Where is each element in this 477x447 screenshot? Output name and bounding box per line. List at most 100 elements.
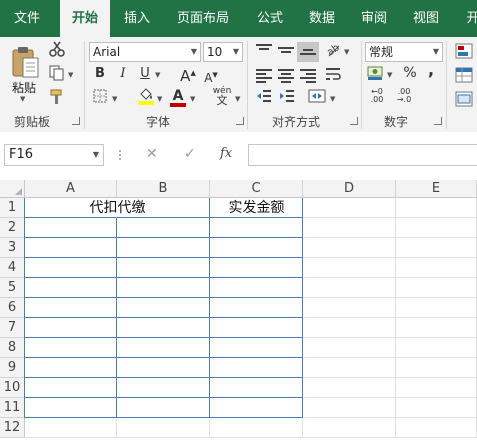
tab-more[interactable]: 开	[458, 0, 477, 37]
cell[interactable]	[210, 338, 303, 358]
row-header[interactable]: 8	[0, 338, 25, 358]
cell[interactable]	[210, 218, 303, 238]
merge-center-icon[interactable]	[308, 89, 326, 109]
cell[interactable]	[396, 418, 477, 438]
cell[interactable]	[303, 198, 396, 218]
copy-icon[interactable]	[48, 65, 66, 87]
cell[interactable]	[117, 238, 210, 258]
cell[interactable]	[210, 378, 303, 398]
font-launcher-icon[interactable]	[236, 117, 244, 125]
tab-insert[interactable]: 插入	[114, 0, 160, 37]
cell[interactable]	[396, 358, 477, 378]
cell[interactable]	[303, 278, 396, 298]
decrease-indent-icon[interactable]	[255, 89, 273, 109]
comma-style-button[interactable]: ,	[424, 61, 438, 79]
cell[interactable]	[210, 238, 303, 258]
cell[interactable]	[396, 218, 477, 238]
cancel-icon[interactable]: ✕	[146, 146, 158, 162]
row-header[interactable]: 4	[0, 258, 25, 278]
align-left-icon[interactable]	[256, 69, 272, 83]
cell[interactable]	[303, 298, 396, 318]
cell[interactable]	[396, 258, 477, 278]
cell[interactable]	[303, 258, 396, 278]
align-center-icon[interactable]	[278, 69, 294, 83]
cell[interactable]	[117, 338, 210, 358]
cell[interactable]	[396, 278, 477, 298]
cell[interactable]	[303, 358, 396, 378]
orientation-icon[interactable]: ab	[324, 41, 342, 63]
cell[interactable]	[25, 398, 117, 418]
decrease-decimal-icon[interactable]: .00 →.0	[393, 88, 415, 104]
cell[interactable]	[303, 318, 396, 338]
font-color-dropdown-icon[interactable]: ▼	[190, 95, 195, 103]
accounting-format-icon[interactable]	[367, 65, 385, 87]
cell-a1-merged[interactable]: 代扣代缴	[25, 198, 210, 218]
insert-function-button[interactable]: fx	[220, 146, 232, 161]
borders-dropdown-icon[interactable]: ▼	[112, 95, 117, 103]
accounting-dropdown-icon[interactable]: ▼	[387, 71, 392, 79]
cell[interactable]	[210, 398, 303, 418]
cell[interactable]	[303, 398, 396, 418]
align-top-icon[interactable]	[256, 44, 272, 58]
cell[interactable]	[210, 278, 303, 298]
cell[interactable]	[396, 238, 477, 258]
cell-styles-icon[interactable]	[454, 91, 474, 113]
borders-button[interactable]	[92, 89, 108, 109]
row-header[interactable]: 9	[0, 358, 25, 378]
column-header-d[interactable]: D	[303, 180, 396, 198]
font-color-button[interactable]: A	[170, 87, 186, 107]
align-bottom-button[interactable]	[297, 42, 319, 62]
cell[interactable]	[210, 298, 303, 318]
cell[interactable]	[117, 298, 210, 318]
row-header[interactable]: 3	[0, 238, 25, 258]
underline-dropdown-icon[interactable]: ▼	[155, 71, 160, 79]
tab-data[interactable]: 数据	[300, 0, 344, 37]
align-right-icon[interactable]	[300, 69, 316, 83]
conditional-format-icon[interactable]	[454, 43, 474, 65]
row-header[interactable]: 5	[0, 278, 25, 298]
cell[interactable]	[303, 238, 396, 258]
cell[interactable]	[396, 318, 477, 338]
fill-color-dropdown-icon[interactable]: ▼	[157, 95, 162, 103]
align-middle-icon[interactable]	[278, 47, 294, 61]
grow-font-button[interactable]: A▲	[180, 64, 196, 85]
enter-icon[interactable]: ✓	[184, 146, 196, 162]
cell[interactable]	[117, 398, 210, 418]
paste-label[interactable]: 粘贴	[12, 79, 36, 96]
cell[interactable]	[117, 418, 210, 438]
cut-icon[interactable]	[48, 41, 66, 63]
cell[interactable]	[117, 278, 210, 298]
row-header[interactable]: 10	[0, 378, 25, 398]
shrink-font-button[interactable]: A▼	[203, 66, 219, 87]
column-header-c[interactable]: C	[210, 180, 303, 198]
cell[interactable]	[396, 198, 477, 218]
alignment-launcher-icon[interactable]	[350, 117, 358, 125]
cell-c1[interactable]: 实发金额	[210, 198, 303, 218]
merge-dropdown-icon[interactable]: ▼	[330, 95, 335, 103]
format-as-table-icon[interactable]	[454, 67, 474, 89]
cell[interactable]	[117, 258, 210, 278]
underline-button[interactable]: U	[138, 65, 152, 83]
cell[interactable]	[25, 278, 117, 298]
column-header-b[interactable]: B	[117, 180, 210, 198]
row-header[interactable]: 2	[0, 218, 25, 238]
cell[interactable]	[25, 418, 117, 438]
font-size-select[interactable]: 10 ▼	[203, 42, 243, 62]
row-header[interactable]: 6	[0, 298, 25, 318]
formula-bar-grip[interactable]	[119, 150, 123, 160]
cell[interactable]	[117, 218, 210, 238]
cell[interactable]	[396, 338, 477, 358]
row-header[interactable]: 1	[0, 198, 25, 218]
cell[interactable]	[303, 338, 396, 358]
column-header-a[interactable]: A	[25, 180, 117, 198]
cell[interactable]	[396, 398, 477, 418]
cell[interactable]	[210, 318, 303, 338]
cell[interactable]	[25, 238, 117, 258]
tab-page-layout[interactable]: 页面布局	[172, 0, 234, 37]
phonetic-guide-button[interactable]: wén 文	[211, 86, 233, 107]
name-box[interactable]: F16 ▼	[4, 144, 104, 166]
cell[interactable]	[117, 358, 210, 378]
cell[interactable]	[396, 298, 477, 318]
fill-color-button[interactable]	[137, 87, 155, 111]
column-header-e[interactable]: E	[396, 180, 477, 198]
